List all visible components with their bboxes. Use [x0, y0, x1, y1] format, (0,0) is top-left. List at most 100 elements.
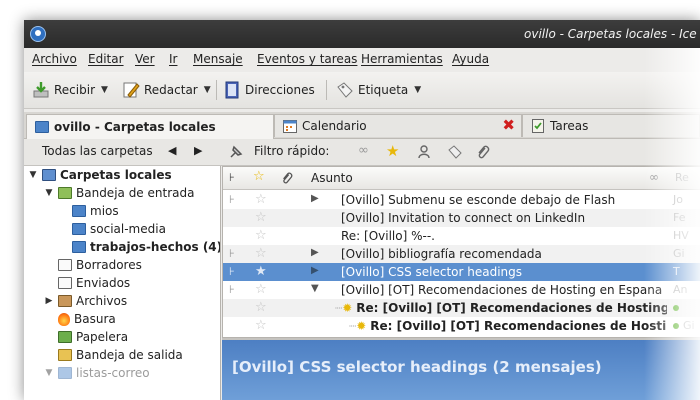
menu-ver[interactable]: Ver — [135, 52, 155, 66]
folder-mios[interactable]: mios — [72, 202, 119, 220]
collapsed-thread-icon[interactable]: ▶ — [311, 247, 319, 258]
expanded-thread-icon[interactable]: ▼ — [311, 283, 319, 294]
attachment-filter-icon[interactable] — [476, 144, 490, 160]
message-sender: Gi — [673, 247, 685, 260]
folder-label: Basura — [74, 312, 116, 326]
folder-trabajos-hechos[interactable]: trabajos-hechos (4) — [72, 238, 220, 256]
menu-eventos-tareas[interactable]: Eventos y tareas — [257, 52, 357, 66]
thread-summary-title: [Ovillo] CSS selector headings (2 mensaj… — [232, 358, 602, 376]
tag-dropdown-icon[interactable]: ▼ — [414, 85, 421, 95]
read-column-icon[interactable]: ∞ — [649, 170, 659, 184]
folder-bandeja-entrada[interactable]: ▼ Bandeja de entrada — [44, 184, 195, 202]
app-window: ovillo - Carpetas locales - Ice Archivo … — [24, 20, 700, 400]
message-row[interactable]: ☆ ┈✹ Re: [Ovillo] [OT] Recomendaciones de… — [223, 317, 700, 335]
unread-dot-icon[interactable] — [673, 323, 679, 329]
collapsed-thread-icon[interactable]: ▶ — [311, 193, 319, 204]
expanded-twisty-icon[interactable]: ▼ — [28, 170, 38, 180]
thread-icon[interactable]: ⊦ — [229, 265, 241, 279]
sender-column-header[interactable]: Re — [675, 171, 689, 184]
quick-filter-label: Filtro rápido: — [254, 144, 330, 158]
menu-editar[interactable]: Editar — [88, 52, 124, 66]
message-row-selected[interactable]: ⊦ ★ ▶ [Ovillo] CSS selector headings T — [223, 263, 700, 281]
close-icon[interactable]: ✖ — [502, 118, 515, 133]
tab-bar: ovillo - Carpetas locales Calendario ✖ T… — [24, 112, 700, 139]
star-icon[interactable]: ☆ — [255, 192, 267, 207]
thread-column-icon[interactable]: ⊦ — [229, 171, 235, 184]
message-row[interactable]: ⊦ ☆ ▼ [Ovillo] [OT] Recomendaciones de H… — [223, 281, 700, 299]
quick-filter-bar: Filtro rápido: ∞ ★ — [220, 139, 700, 166]
tab-tareas[interactable]: Tareas — [522, 114, 700, 137]
menu-ir[interactable]: Ir — [169, 52, 177, 66]
menu-archivo[interactable]: Archivo — [32, 52, 77, 66]
star-icon[interactable]: ☆ — [255, 282, 267, 297]
menu-mensaje[interactable]: Mensaje — [193, 52, 243, 66]
message-subject: [Ovillo] bibliografía recomendada — [341, 247, 542, 261]
message-list: ⊦ ☆ Asunto ∞ Re ⊦ ☆ ▶ [Ovillo] Submenu s… — [222, 166, 700, 338]
message-row[interactable]: ☆ Re: [Ovillo] %--. HV — [223, 227, 700, 245]
message-row[interactable]: ⊦ ☆ ▶ [Ovillo] Submenu se esconde debajo… — [223, 191, 700, 209]
tag-icon — [337, 82, 353, 98]
folder-bandeja-salida[interactable]: Bandeja de salida — [58, 346, 183, 364]
star-icon[interactable]: ☆ — [255, 210, 267, 225]
folder-carpetas-locales[interactable]: ▼ Carpetas locales — [28, 166, 172, 184]
folder-icon — [72, 205, 86, 217]
receive-button[interactable]: Recibir ▼ — [32, 78, 108, 102]
star-icon[interactable]: ☆ — [255, 228, 267, 243]
tab-label: Tareas — [550, 119, 589, 133]
outbox-icon — [58, 349, 72, 361]
folder-basura[interactable]: Basura — [58, 310, 116, 328]
star-icon[interactable]: ☆ — [255, 300, 267, 315]
collapsed-thread-icon[interactable]: ▶ — [311, 265, 319, 276]
toolbar-separator — [216, 80, 217, 100]
folder-listas-correo[interactable]: ▼ listas-correo — [44, 364, 150, 382]
tab-carpetas-locales[interactable]: ovillo - Carpetas locales — [26, 114, 274, 139]
menu-herramientas[interactable]: Herramientas — [361, 52, 443, 66]
app-icon — [30, 26, 46, 42]
star-filter-icon[interactable]: ★ — [386, 142, 399, 160]
tag-filter-icon[interactable] — [448, 145, 462, 159]
menu-bar: Archivo Editar Ver Ir Mensaje Eventos y … — [24, 48, 700, 70]
star-icon[interactable]: ☆ — [255, 318, 267, 333]
subject-column-header[interactable]: Asunto — [311, 171, 353, 185]
folder-borradores[interactable]: Borradores — [58, 256, 142, 274]
collapsed-twisty-icon[interactable]: ▶ — [44, 296, 54, 306]
star-icon[interactable]: ☆ — [255, 246, 267, 261]
message-row[interactable]: ⊦ ☆ ▶ [Ovillo] bibliografía recomendada … — [223, 245, 700, 263]
folder-archivos[interactable]: ▶ Archivos — [44, 292, 128, 310]
folder-social-media[interactable]: social-media — [72, 220, 166, 238]
message-sender: Fe — [673, 211, 686, 224]
folder-papelera[interactable]: Papelera — [58, 328, 128, 346]
unread-filter-icon[interactable]: ∞ — [358, 143, 369, 158]
compose-button[interactable]: Redactar ▼ — [122, 78, 211, 102]
junk-icon — [58, 312, 70, 326]
expanded-twisty-icon[interactable]: ▼ — [44, 368, 54, 378]
contact-filter-icon[interactable] — [418, 145, 430, 159]
tab-calendario[interactable]: Calendario ✖ — [274, 114, 522, 137]
title-bar[interactable]: ovillo - Carpetas locales - Ice — [24, 20, 700, 48]
prev-view-arrow-icon[interactable]: ◀ — [168, 144, 176, 157]
thread-icon[interactable]: ⊦ — [229, 283, 241, 297]
folder-icon — [58, 367, 72, 379]
thread-summary-header: [Ovillo] CSS selector headings (2 mensaj… — [222, 340, 700, 400]
next-view-arrow-icon[interactable]: ▶ — [194, 144, 202, 157]
tag-button[interactable]: Etiqueta ▼ — [336, 78, 421, 102]
message-row[interactable]: ☆ ┈✹ Re: [Ovillo] [OT] Recomendaciones de… — [223, 299, 700, 317]
drafts-icon — [58, 259, 72, 271]
menu-ayuda[interactable]: Ayuda — [452, 52, 489, 66]
attachment-column-icon[interactable] — [281, 171, 293, 185]
thread-icon[interactable]: ⊦ — [229, 193, 241, 207]
pin-icon[interactable] — [228, 144, 244, 160]
message-row[interactable]: ☆ [Ovillo] Invitation to connect on Link… — [223, 209, 700, 227]
expanded-twisty-icon[interactable]: ▼ — [44, 188, 54, 198]
unread-dot-icon[interactable] — [673, 305, 679, 311]
thread-icon[interactable]: ⊦ — [229, 247, 241, 261]
star-column-icon[interactable]: ☆ — [253, 169, 265, 184]
addresses-button[interactable]: Direcciones — [223, 78, 315, 102]
calendar-icon — [283, 120, 297, 133]
star-icon[interactable]: ★ — [255, 264, 267, 279]
column-header: ⊦ ☆ Asunto ∞ Re — [223, 167, 700, 190]
inbox-icon — [58, 187, 72, 199]
receive-dropdown-icon[interactable]: ▼ — [101, 85, 108, 95]
compose-dropdown-icon[interactable]: ▼ — [204, 85, 211, 95]
folder-enviados[interactable]: Enviados — [58, 274, 130, 292]
